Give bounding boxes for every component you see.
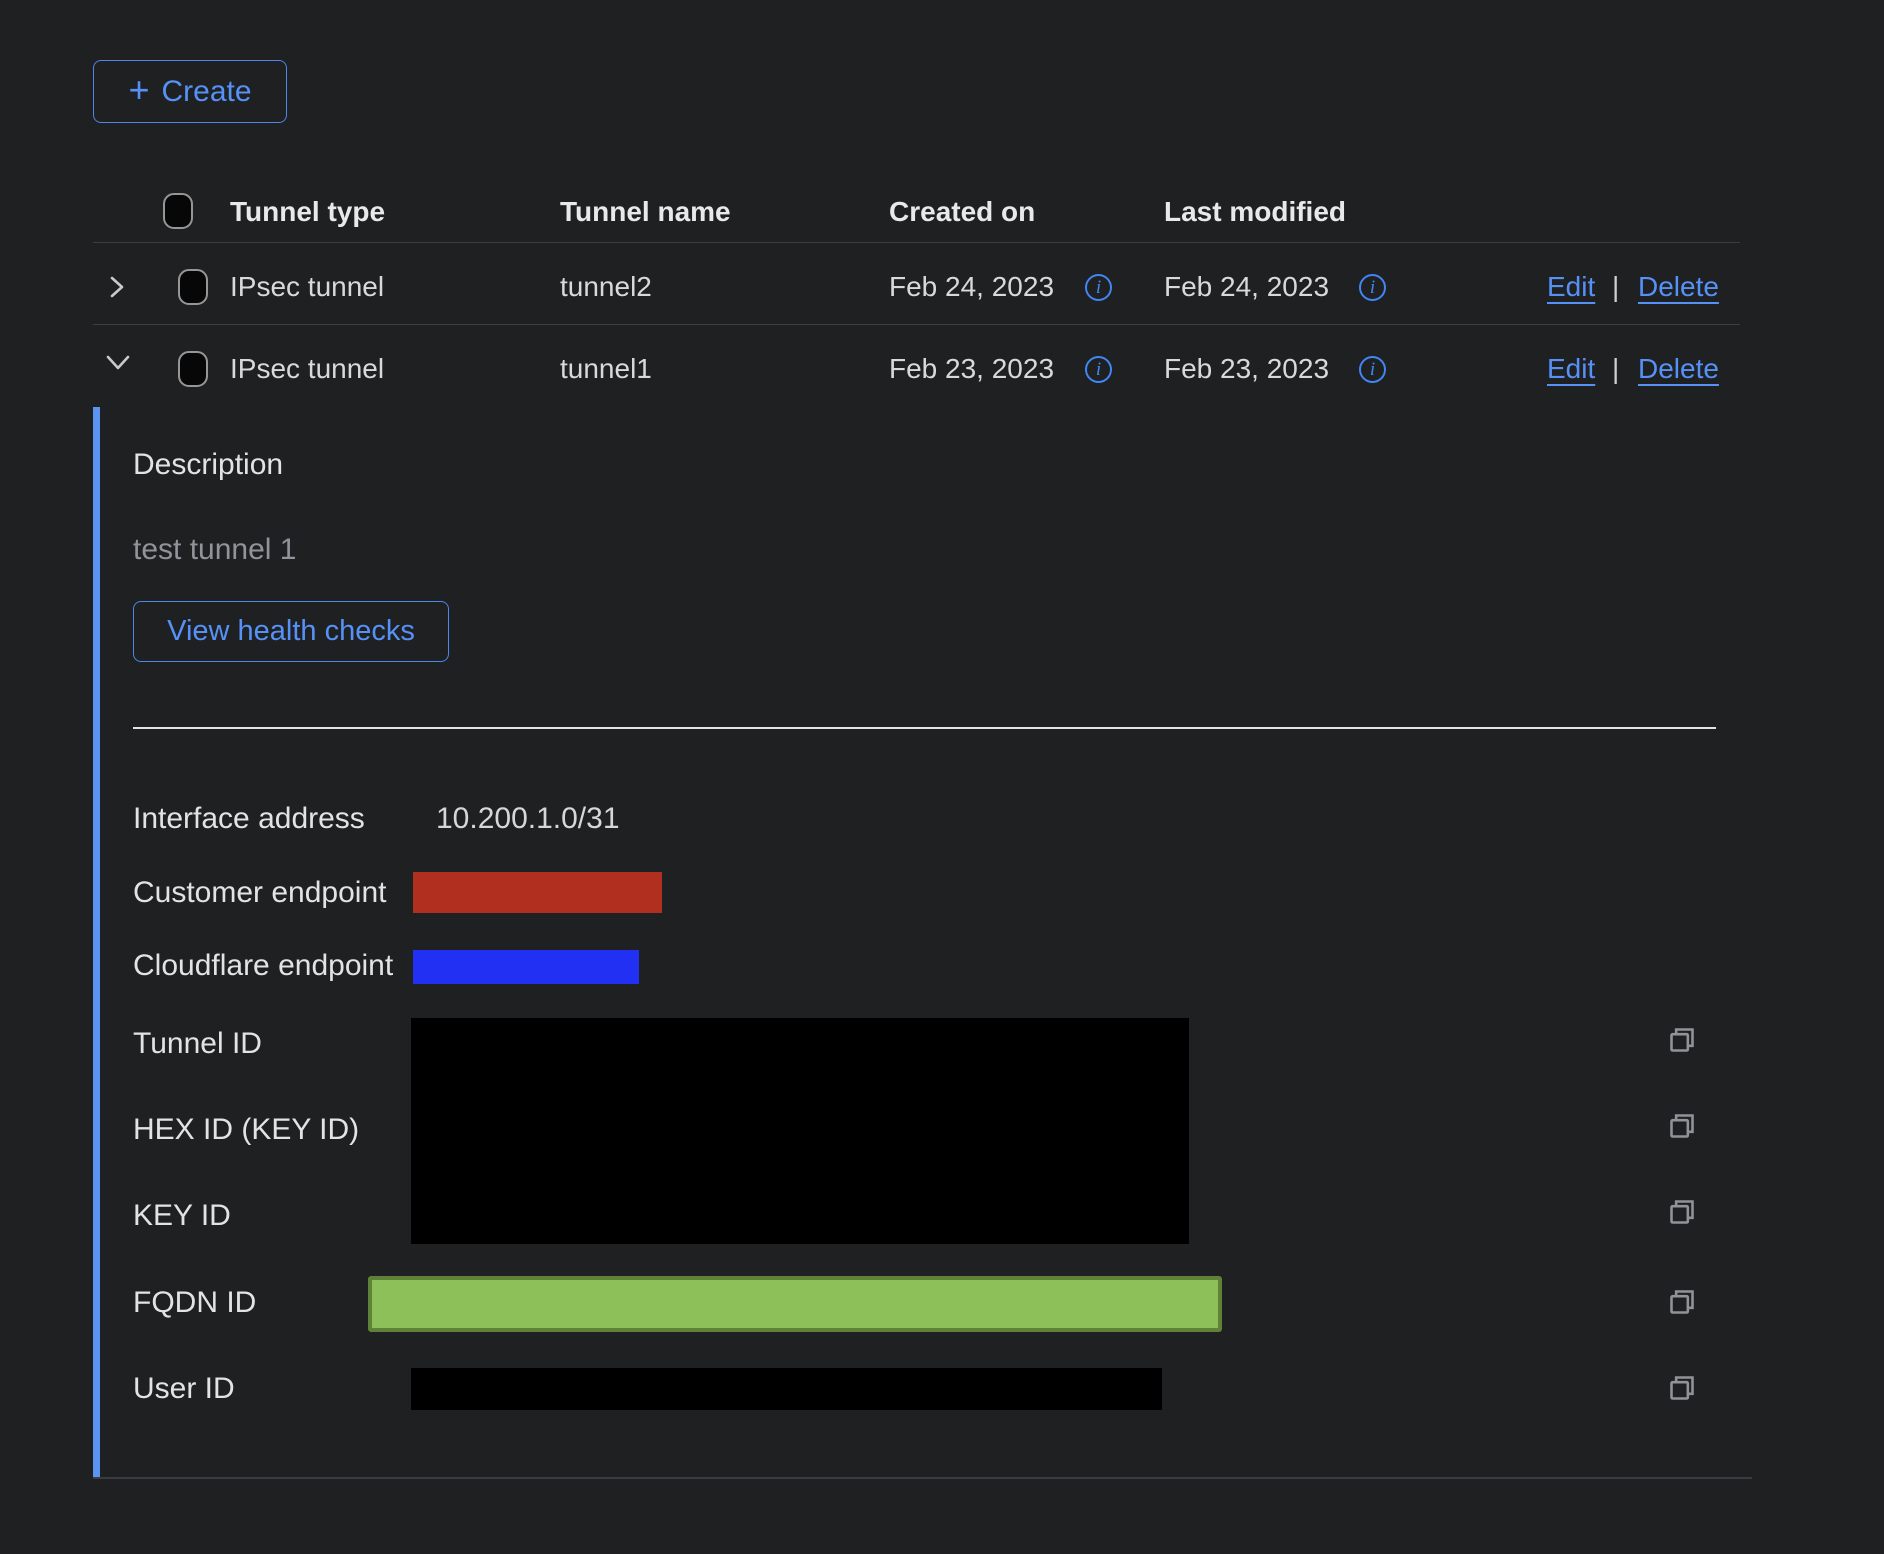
- delete-link[interactable]: Delete: [1638, 271, 1719, 303]
- last-modified-cell: Feb 24, 2023: [1164, 271, 1329, 303]
- tunnel-name-cell: tunnel2: [560, 271, 652, 303]
- cloudflare-endpoint-redacted-value: [413, 950, 639, 984]
- panel-accent-border: [93, 407, 100, 1477]
- action-separator: |: [1612, 353, 1619, 385]
- copy-icon[interactable]: [1668, 1198, 1696, 1226]
- info-icon[interactable]: i: [1085, 274, 1112, 301]
- interface-address-label: Interface address: [133, 802, 365, 836]
- info-icon[interactable]: i: [1359, 356, 1386, 383]
- fqdn-id-label: FQDN ID: [133, 1286, 256, 1320]
- created-on-cell: Feb 23, 2023: [889, 353, 1054, 385]
- copy-icon[interactable]: [1668, 1374, 1696, 1402]
- create-button[interactable]: + Create: [93, 60, 287, 123]
- delete-link[interactable]: Delete: [1638, 353, 1719, 385]
- interface-address-value: 10.200.1.0/31: [436, 802, 620, 836]
- hex-id-label: HEX ID (KEY ID): [133, 1113, 359, 1147]
- column-header-created-on: Created on: [889, 196, 1035, 228]
- copy-icon[interactable]: [1668, 1288, 1696, 1316]
- last-modified-cell: Feb 23, 2023: [1164, 353, 1329, 385]
- customer-endpoint-label: Customer endpoint: [133, 876, 386, 910]
- ids-redacted-value-block: [411, 1018, 1189, 1244]
- chevron-down-icon[interactable]: [104, 352, 132, 374]
- create-button-label: Create: [161, 75, 251, 109]
- tunnel-type-cell: IPsec tunnel: [230, 271, 384, 303]
- tunnel-id-label: Tunnel ID: [133, 1027, 262, 1061]
- select-all-checkbox[interactable]: [163, 193, 193, 229]
- user-id-label: User ID: [133, 1372, 235, 1406]
- section-divider: [133, 727, 1716, 729]
- user-id-redacted-value: [411, 1368, 1162, 1410]
- info-icon[interactable]: i: [1085, 356, 1112, 383]
- tunnel-type-cell: IPsec tunnel: [230, 353, 384, 385]
- description-value: test tunnel 1: [133, 533, 296, 567]
- header-divider: [93, 242, 1740, 243]
- plus-icon: +: [128, 75, 149, 105]
- action-separator: |: [1612, 271, 1619, 303]
- created-on-cell: Feb 24, 2023: [889, 271, 1054, 303]
- copy-icon[interactable]: [1668, 1112, 1696, 1140]
- view-health-checks-button[interactable]: View health checks: [133, 601, 449, 662]
- column-header-tunnel-type: Tunnel type: [230, 196, 385, 228]
- customer-endpoint-redacted-value: [413, 872, 662, 913]
- tunnels-page: + Create Tunnel type Tunnel name Created…: [0, 0, 1884, 1554]
- row-checkbox[interactable]: [178, 351, 208, 387]
- cloudflare-endpoint-label: Cloudflare endpoint: [133, 949, 393, 983]
- copy-icon[interactable]: [1668, 1026, 1696, 1054]
- row-divider: [93, 324, 1740, 325]
- fqdn-id-redacted-value: [368, 1276, 1222, 1332]
- chevron-right-icon[interactable]: [105, 274, 129, 300]
- edit-link[interactable]: Edit: [1547, 271, 1595, 303]
- edit-link[interactable]: Edit: [1547, 353, 1595, 385]
- column-header-tunnel-name: Tunnel name: [560, 196, 731, 228]
- panel-bottom-divider: [93, 1477, 1752, 1479]
- column-header-last-modified: Last modified: [1164, 196, 1346, 228]
- key-id-label: KEY ID: [133, 1199, 231, 1233]
- description-label: Description: [133, 448, 283, 482]
- info-icon[interactable]: i: [1359, 274, 1386, 301]
- tunnel-name-cell: tunnel1: [560, 353, 652, 385]
- row-checkbox[interactable]: [178, 269, 208, 305]
